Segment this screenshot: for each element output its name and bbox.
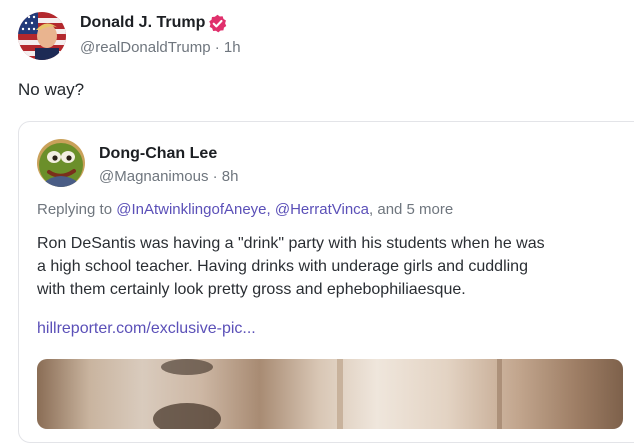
- author-handle[interactable]: @realDonaldTrump: [80, 39, 211, 56]
- replying-users-link[interactable]: @InAtwinklingofAneye, @HerratVinca: [116, 201, 369, 218]
- quoted-text-line: with them certainly look pretty gross an…: [37, 281, 466, 298]
- quoted-media-image[interactable]: [37, 359, 623, 429]
- author-meta: @realDonaldTrump · 1h: [80, 39, 241, 56]
- quoted-text-line: a high school teacher. Having drinks wit…: [37, 258, 528, 275]
- post-text: No way?: [18, 80, 85, 99]
- quoted-post-link[interactable]: hillreporter.com/exclusive-pic...: [37, 320, 256, 338]
- quoted-text-line: Ron DeSantis was having a "drink" party …: [37, 235, 545, 252]
- quoted-author-avatar[interactable]: [37, 139, 85, 187]
- replying-to-line: Replying to @InAtwinklingofAneye, @Herra…: [37, 201, 453, 218]
- verified-check-icon: [208, 14, 227, 33]
- author-avatar[interactable]: [18, 12, 66, 60]
- quoted-author-handle[interactable]: @Magnanimous: [99, 168, 208, 185]
- photo-thumbnail-icon: [153, 359, 502, 429]
- quoted-post-time[interactable]: 8h: [222, 168, 239, 185]
- post-time[interactable]: 1h: [224, 39, 241, 56]
- quoted-meta-separator: ·: [208, 168, 222, 185]
- replying-suffix[interactable]: , and 5 more: [369, 201, 453, 218]
- frog-cartoon-avatar-icon: [37, 139, 85, 187]
- quoted-author-meta: @Magnanimous · 8h: [99, 168, 238, 185]
- author-name[interactable]: Donald J. Trump: [80, 14, 205, 32]
- replying-prefix: Replying to: [37, 201, 113, 218]
- quoted-post-text: Ron DeSantis was having a "drink" party …: [37, 232, 627, 301]
- quoted-author-name[interactable]: Dong-Chan Lee: [99, 145, 217, 163]
- meta-separator: ·: [210, 39, 224, 56]
- flag-portrait-avatar-icon: [18, 12, 66, 60]
